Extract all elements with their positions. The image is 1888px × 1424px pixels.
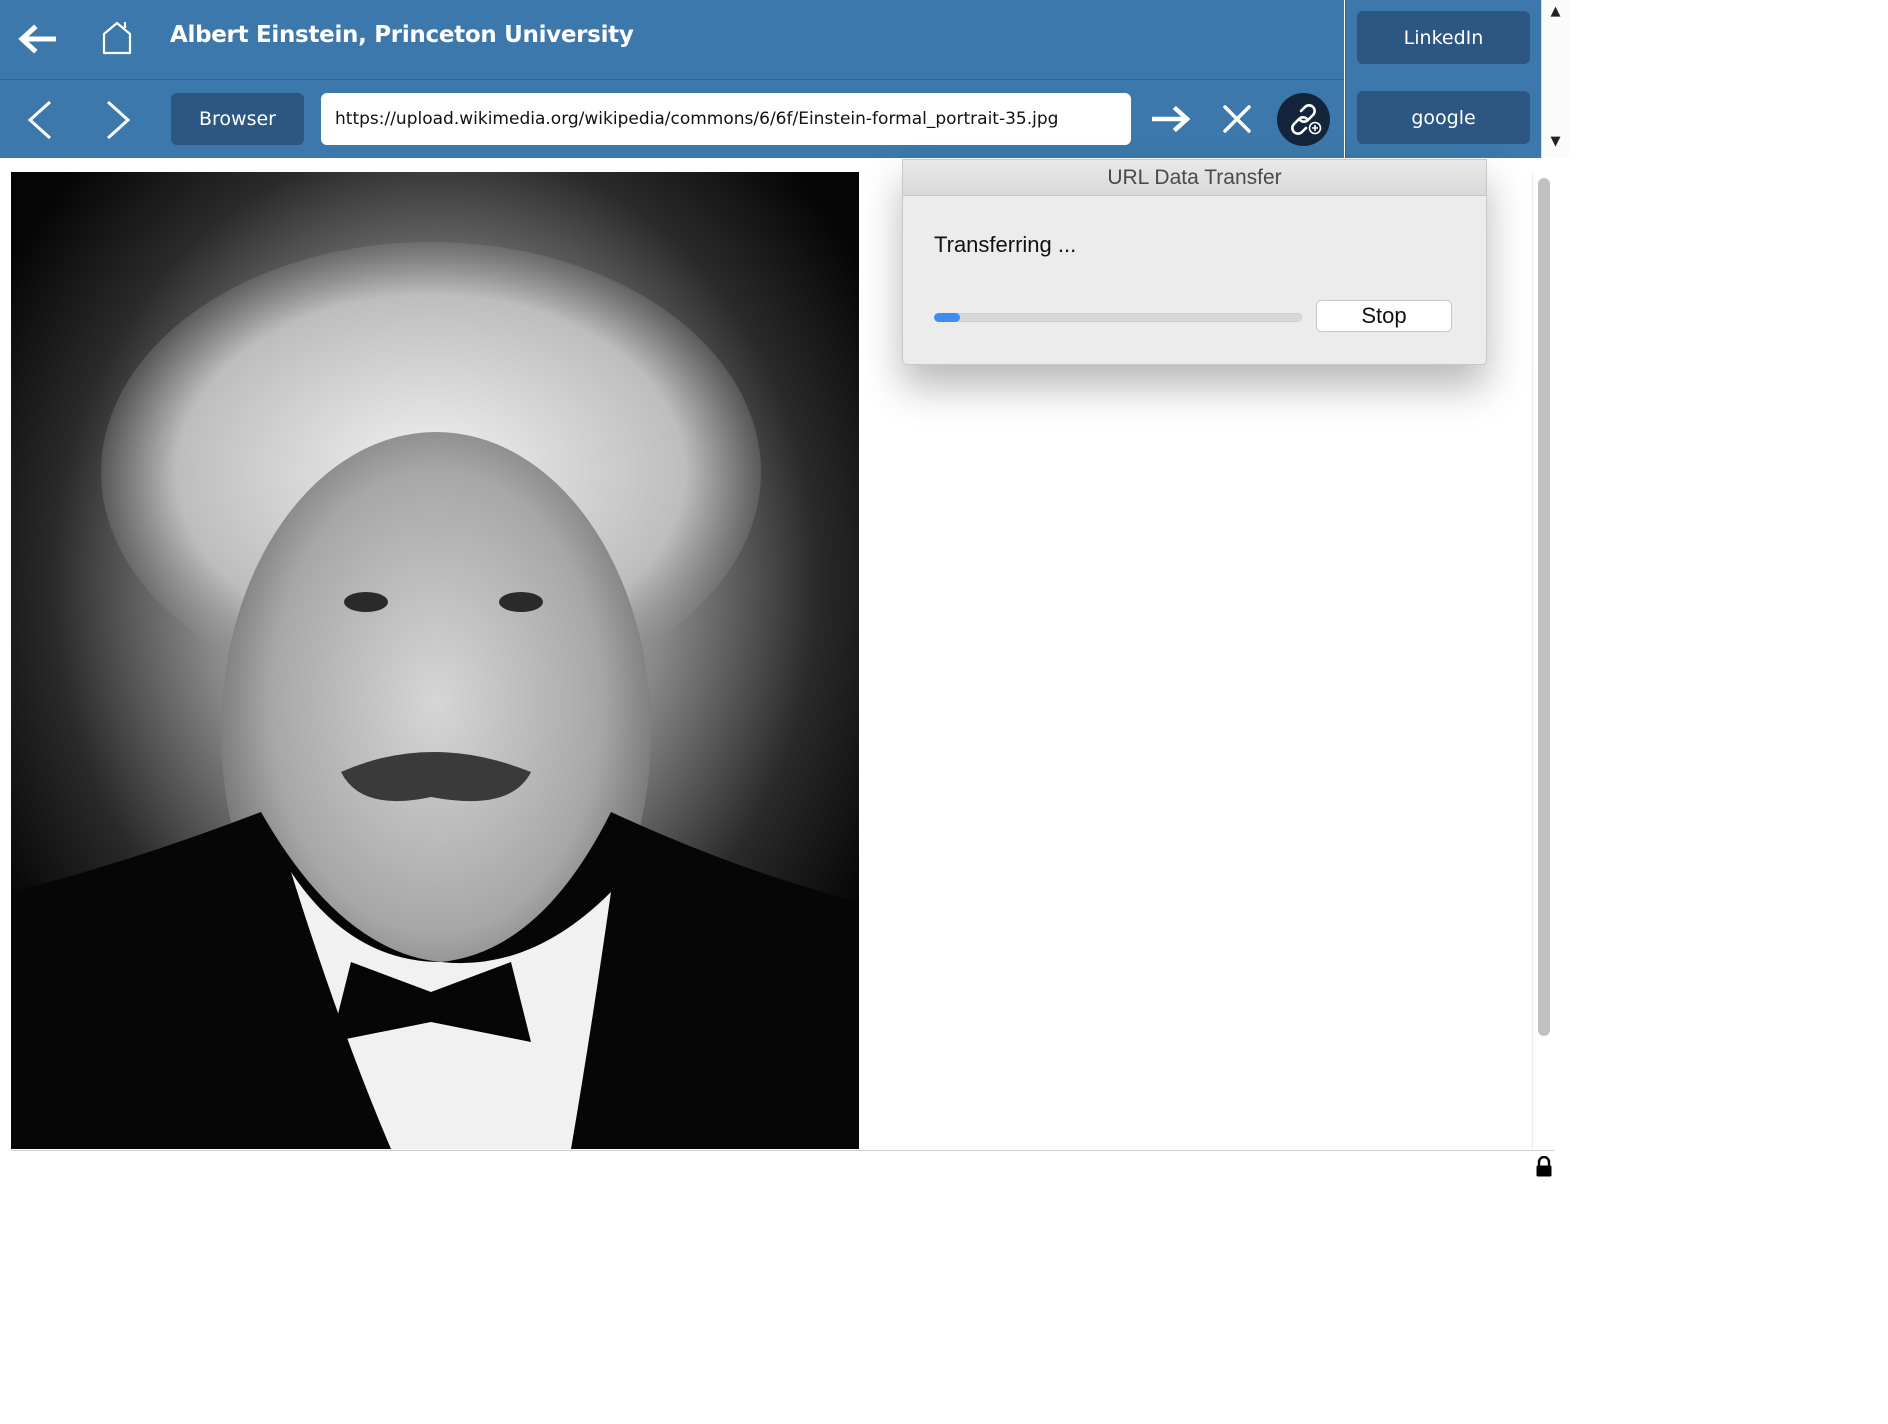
back-arrow-icon[interactable] <box>18 24 57 58</box>
link-add-button[interactable] <box>1277 93 1330 146</box>
bookmark-linkedin-button[interactable]: LinkedIn <box>1357 11 1530 64</box>
dialog-title: URL Data Transfer <box>903 160 1486 196</box>
transfer-progress-bar <box>934 313 1302 322</box>
url-field[interactable]: https://upload.wikimedia.org/wikipedia/c… <box>321 93 1131 145</box>
home-icon[interactable] <box>101 20 133 60</box>
lock-icon <box>1535 1155 1553 1182</box>
panel-scrollbar[interactable]: ▲ ▼ <box>1541 0 1569 158</box>
stop-button[interactable]: Stop <box>1316 300 1452 332</box>
chevron-right-icon[interactable] <box>103 99 133 145</box>
transfer-status-text: Transferring ... <box>934 232 1077 257</box>
scroll-down-icon[interactable]: ▼ <box>1542 134 1569 149</box>
content-scrollbar-thumb[interactable] <box>1538 178 1550 1036</box>
url-transfer-dialog: URL Data Transfer Transferring ... Stop <box>902 159 1487 365</box>
arrow-right-icon[interactable] <box>1151 104 1192 138</box>
browser-button[interactable]: Browser <box>171 93 304 145</box>
chevron-left-icon[interactable] <box>25 99 55 145</box>
scroll-up-icon[interactable]: ▲ <box>1542 4 1569 19</box>
portrait-image <box>11 172 859 1149</box>
link-add-icon <box>1291 104 1322 135</box>
close-icon[interactable] <box>1222 104 1252 138</box>
status-divider <box>11 1150 1554 1151</box>
page-title: Albert Einstein, Princeton University <box>170 22 634 48</box>
bookmark-google-button[interactable]: google <box>1357 91 1530 144</box>
transfer-progress-fill <box>934 313 960 322</box>
